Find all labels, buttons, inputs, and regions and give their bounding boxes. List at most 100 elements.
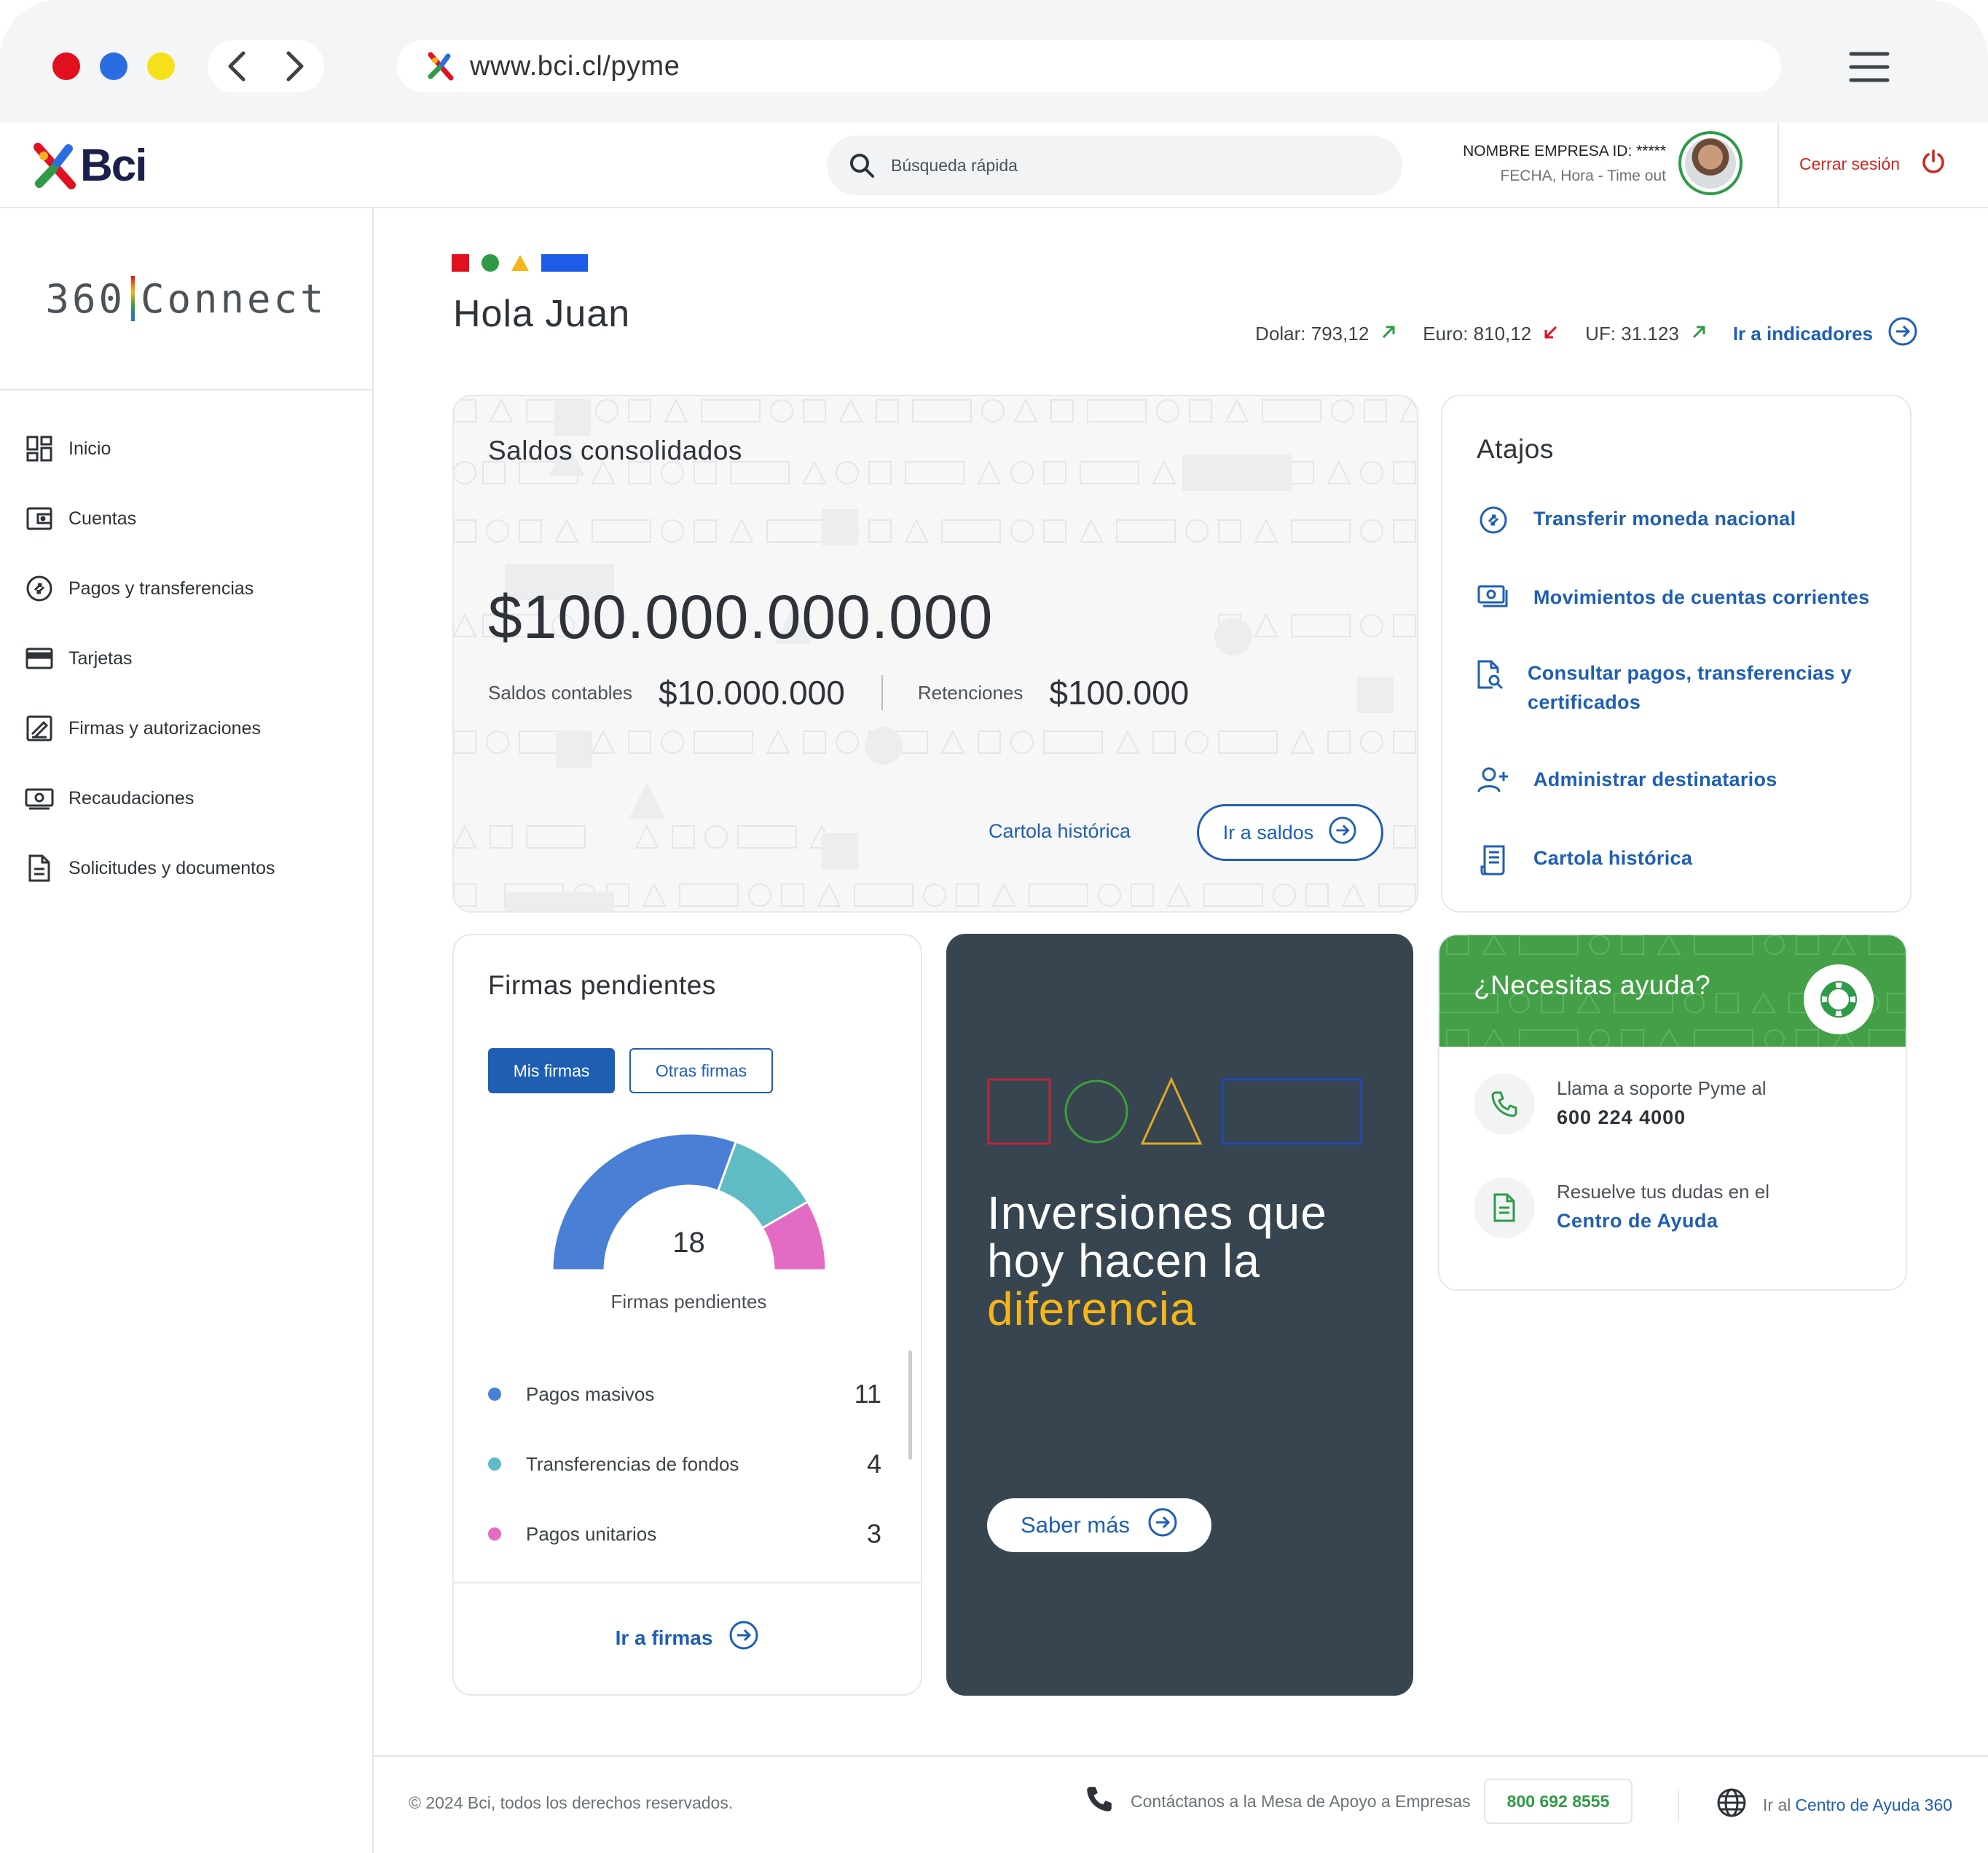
atajo-consultar[interactable]: Consultar pagos, transferencias y certif…	[1477, 658, 1885, 717]
sidebar: 360 Connect Inicio Cuentas Pagos y trans…	[0, 208, 374, 1853]
centro-ayuda-360-link[interactable]: Centro de Ayuda 360	[1795, 1795, 1952, 1815]
company-name: NOMBRE EMPRESA ID: *****	[1463, 143, 1666, 160]
sidebar-item-firmas[interactable]: Firmas y autorizaciones	[0, 693, 372, 763]
arrow-circle-right-icon	[1328, 816, 1357, 850]
brand-connect: Connect	[140, 275, 327, 322]
indicators-link[interactable]: Ir a indicadores	[1733, 316, 1918, 352]
divider	[454, 1582, 921, 1583]
add-user-icon	[1477, 765, 1510, 794]
inversiones-banner: Inversiones que hoy hacen la diferencia …	[946, 934, 1413, 1696]
copyright: © 2024 Bci, todos los derechos reservado…	[409, 1793, 734, 1812]
atajo-destinatarios[interactable]: Administrar destinatarios	[1477, 765, 1777, 794]
search-document-icon	[1477, 658, 1504, 691]
ayuda-header: ¿Necesitas ayuda?	[1439, 935, 1906, 1047]
legend-label: Pagos masivos	[526, 1382, 655, 1405]
logout-button[interactable]: Cerrar sesión	[1799, 149, 1946, 179]
legend-dot	[488, 1527, 501, 1541]
hamburger-menu-icon	[1849, 52, 1890, 82]
atajos-title: Atajos	[1477, 434, 1554, 464]
firmas-tabs: Mis firmas Otras firmas	[488, 1048, 773, 1093]
topbar: Bci NOMBRE EMPRESA ID: ***** FECHA, Hora…	[0, 122, 1988, 208]
legend-count: 11	[854, 1379, 881, 1409]
user-photo	[1685, 138, 1736, 189]
blue-rectangle-shape	[541, 254, 588, 272]
bci-logo[interactable]: Bci	[32, 140, 147, 192]
money-icon	[25, 784, 54, 813]
list-item[interactable]: Pagos masivos 11	[488, 1359, 881, 1429]
logout-label: Cerrar sesión	[1799, 154, 1901, 173]
sidebar-item-pagos[interactable]: Pagos y transferencias	[0, 554, 372, 623]
list-item[interactable]: Transferencias de fondos 4	[488, 1429, 881, 1499]
contables-value: $10.000.000	[659, 674, 845, 712]
button-label: Ir a saldos	[1222, 821, 1314, 843]
scrollbar[interactable]	[908, 1350, 912, 1460]
yellow-triangle-shape	[511, 255, 529, 271]
help-prefix: Ir al	[1763, 1795, 1791, 1814]
browser-window: www.bci.cl/pyme Bci NOMBRE EMPR	[0, 0, 1988, 1853]
contact-text: Contáctanos a la Mesa de Apoyo a Empresa…	[1131, 1791, 1471, 1811]
saldos-breakdown: Saldos contables $10.000.000 Retenciones…	[488, 673, 1189, 712]
lifebuoy-icon	[1804, 964, 1874, 1034]
indicator-euro: Euro: 810,12	[1423, 323, 1559, 345]
search-input[interactable]	[891, 155, 1328, 176]
sidebar-item-recaudaciones[interactable]: Recaudaciones	[0, 763, 372, 833]
contact-phone[interactable]: 800 692 8555	[1483, 1779, 1633, 1824]
saber-mas-button[interactable]: Saber más	[987, 1498, 1211, 1552]
atajo-label: Movimientos de cuentas corrientes	[1533, 586, 1870, 608]
browser-menu-button[interactable]	[1849, 51, 1890, 87]
browser-nav	[208, 40, 324, 93]
quick-search[interactable]	[827, 135, 1402, 195]
sidebar-item-cuentas[interactable]: Cuentas	[0, 484, 372, 554]
centro-ayuda-link[interactable]: Centro de Ayuda	[1557, 1206, 1769, 1235]
firmas-legend: Pagos masivos 11 Transferencias de fondo…	[488, 1359, 881, 1569]
app: Bci NOMBRE EMPRESA ID: ***** FECHA, Hora…	[0, 122, 1988, 1853]
maximize-window-button[interactable]	[147, 52, 175, 80]
sidebar-item-label: Firmas y autorizaciones	[68, 717, 261, 739]
atajo-label: Administrar destinatarios	[1533, 768, 1777, 790]
page-title: Hola Juan	[453, 293, 631, 335]
arrow-down-left-icon	[1543, 323, 1559, 345]
tab-mis-firmas[interactable]: Mis firmas	[488, 1048, 615, 1093]
url-text: www.bci.cl/pyme	[470, 50, 680, 82]
list-item[interactable]: Pagos unitarios 3	[488, 1499, 881, 1569]
ir-a-saldos-button[interactable]: Ir a saldos	[1197, 804, 1383, 861]
forward-button[interactable]	[266, 40, 324, 93]
avatar[interactable]	[1678, 131, 1743, 195]
tab-otras-firmas[interactable]: Otras firmas	[629, 1048, 773, 1093]
search-icon	[850, 154, 874, 178]
atajo-transferir[interactable]: Transferir moneda nacional	[1477, 504, 1796, 535]
sidebar-item-label: Tarjetas	[68, 648, 133, 669]
divider	[1777, 122, 1779, 208]
soporte-telefono[interactable]: Llama a soporte Pyme al 600 224 4000	[1474, 1074, 1767, 1135]
ir-a-firmas-link[interactable]: Ir a firmas	[454, 1620, 921, 1656]
address-bar[interactable]: www.bci.cl/pyme	[397, 40, 1781, 93]
indicators-link-label: Ir a indicadores	[1732, 323, 1873, 345]
document-icon	[25, 854, 54, 883]
cartola-historica-link[interactable]: Cartola histórica	[989, 820, 1131, 843]
atajo-label: Consultar pagos, transferencias y certif…	[1528, 662, 1853, 713]
atajo-movimientos[interactable]: Movimientos de cuentas corrientes	[1477, 583, 1870, 612]
headline-line: Inversiones que	[987, 1187, 1327, 1239]
card-icon	[25, 644, 54, 673]
cash-icon	[1477, 583, 1510, 610]
sidebar-item-inicio[interactable]: Inicio	[0, 414, 372, 484]
sidebar-item-solicitudes[interactable]: Solicitudes y documentos	[0, 833, 372, 903]
sidebar-item-label: Recaudaciones	[68, 787, 195, 809]
sidebar-item-label: Cuentas	[68, 508, 137, 529]
close-window-button[interactable]	[52, 52, 80, 80]
green-circle-shape	[482, 254, 499, 272]
sidebar-item-label: Solicitudes y documentos	[68, 857, 275, 878]
browser-toolbar: www.bci.cl/pyme	[0, 0, 1988, 122]
sidebar-item-tarjetas[interactable]: Tarjetas	[0, 623, 372, 693]
transfer-icon	[1477, 504, 1510, 535]
indicator-value: UF: 31.123	[1585, 323, 1679, 345]
saldos-title: Saldos consolidados	[488, 436, 742, 465]
company-info: NOMBRE EMPRESA ID: ***** FECHA, Hora - T…	[1463, 143, 1666, 185]
brand-shapes	[452, 254, 588, 272]
atajo-cartola[interactable]: Cartola histórica	[1477, 843, 1692, 876]
brand-divider	[130, 276, 135, 321]
back-button[interactable]	[208, 40, 266, 93]
minimize-window-button[interactable]	[100, 52, 127, 80]
phone-number: 600 224 4000	[1557, 1106, 1686, 1128]
arrow-up-right-icon	[1691, 323, 1707, 345]
